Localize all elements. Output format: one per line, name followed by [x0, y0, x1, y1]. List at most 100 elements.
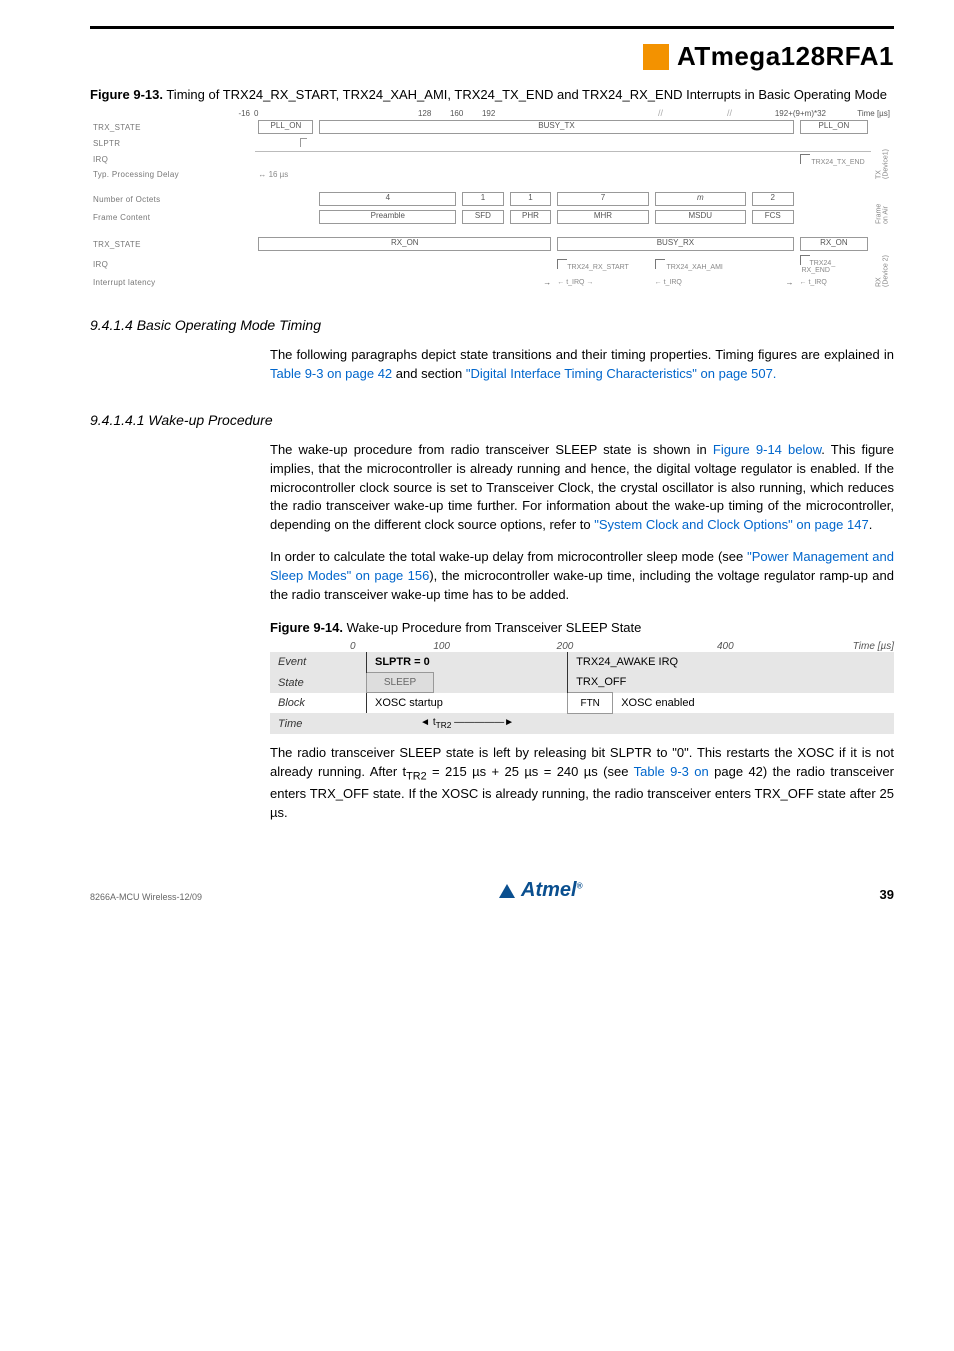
text: and section	[392, 366, 466, 381]
paragraph: The radio transceiver SLEEP state is lef…	[270, 744, 894, 823]
row-label: Block	[270, 693, 367, 714]
footer-docid: 8266A-MCU Wireless-12/09	[90, 892, 202, 902]
tick: 0	[350, 641, 380, 652]
axis-break: //	[727, 108, 732, 118]
row-label: Time	[270, 713, 367, 734]
row-label: Number of Octets	[90, 190, 255, 208]
fig-label: Figure 9-14.	[270, 620, 343, 635]
tick: Time [µs]	[824, 641, 894, 652]
block-label: XOSC enabled	[613, 693, 894, 714]
side-label: (Device 2)	[883, 255, 890, 287]
state-box: TRX_OFF	[568, 672, 894, 693]
fig13-diagram: TRX_STATE PLL_ON BUSY_TX PLL_ON TX(Devic…	[90, 118, 894, 289]
irq-pulse-icon	[800, 154, 810, 164]
row-label: State	[270, 672, 367, 693]
state-box: RX_ON	[800, 237, 869, 251]
tick: -16	[230, 109, 250, 118]
page-number: 39	[880, 887, 894, 902]
atmel-logo: Atmel®	[499, 879, 582, 902]
tick: 192+(9+m)*32	[736, 109, 826, 118]
tick: 400	[627, 641, 824, 652]
state-box: RX_ON	[258, 237, 551, 251]
irq-pulse-icon	[655, 259, 665, 269]
octet-box: 4	[319, 192, 456, 206]
axis-break: //	[658, 108, 663, 118]
brand-square	[643, 44, 669, 70]
octet-box: 7	[557, 192, 648, 206]
device-title: ATmega128RFA1	[677, 41, 894, 72]
frame-box: MSDU	[655, 210, 746, 224]
fig-text: Timing of TRX24_RX_START, TRX24_XAH_AMI,…	[163, 87, 887, 102]
figure-9-13-caption: Figure 9-13. Timing of TRX24_RX_START, T…	[90, 86, 894, 104]
state-box: PLL_ON	[258, 120, 313, 134]
section-9-4-1-4-1: 9.4.1.4.1 Wake-up Procedure	[90, 412, 894, 428]
section-9-4-1-4: 9.4.1.4 Basic Operating Mode Timing	[90, 317, 894, 333]
irq-label: TRX24_TX_END	[811, 159, 864, 166]
irq-pulse-icon	[557, 259, 567, 269]
tick: 160	[450, 109, 478, 118]
tick: Time [µs]	[830, 109, 890, 118]
row-label: Frame Content	[90, 208, 255, 226]
side-label: on Air	[883, 206, 890, 224]
fig-label: Figure 9-13.	[90, 87, 163, 102]
block-label: FTN	[568, 693, 613, 714]
frame-box: PHR	[510, 210, 552, 224]
tick: 100	[380, 641, 503, 652]
row-label: TRX_STATE	[90, 118, 255, 136]
logo-triangle-icon	[499, 884, 515, 898]
irq-label: TRX24	[810, 260, 832, 267]
link-text[interactable]: "System Clock and Clock Options" on page…	[594, 517, 868, 532]
side-label: (Device1)	[883, 149, 890, 179]
tick: 0	[254, 109, 270, 118]
logo-text: Atmel	[521, 879, 577, 901]
block-label: XOSC startup	[367, 693, 568, 714]
event-label: SLPTR = 0	[375, 656, 430, 668]
irq-pulse-icon	[800, 255, 810, 265]
text: The wake-up procedure from radio transce…	[270, 442, 713, 457]
text: In order to calculate the total wake-up …	[270, 549, 747, 564]
row-label: IRQ	[90, 152, 255, 169]
row-label: Event	[270, 652, 367, 673]
irq-label: TRX24_XAH_AMI	[666, 264, 722, 271]
row-label: SLPTR	[90, 136, 255, 152]
text: .	[869, 517, 873, 532]
subscript: TR2	[406, 771, 426, 783]
row-label: Typ. Processing Delay	[90, 168, 255, 181]
frame-box: SFD	[462, 210, 504, 224]
link-text[interactable]: Table 9-3 on	[634, 764, 715, 779]
figure-9-14-caption: Figure 9-14. Wake-up Procedure from Tran…	[270, 619, 894, 637]
text: The following paragraphs depict state tr…	[270, 347, 894, 362]
fig-text: Wake-up Procedure from Transceiver SLEEP…	[343, 620, 641, 635]
row-label: TRX_STATE	[90, 235, 255, 253]
tirq-label: t_IRQ	[566, 279, 584, 286]
octet-box: 1	[462, 192, 504, 206]
frame-box: Preamble	[319, 210, 456, 224]
page-footer: 8266A-MCU Wireless-12/09 Atmel® 39	[90, 879, 894, 902]
fig14-diagram: Event SLPTR = 0 TRX24_AWAKE IRQ State SL…	[270, 652, 894, 735]
state-box: PLL_ON	[800, 120, 869, 134]
fig14-time-axis: 0 100 200 400 Time [µs]	[270, 641, 894, 652]
tirq-label: t_IRQ	[664, 279, 682, 286]
text: = 215 µs + 25 µs = 240 µs (see	[427, 764, 634, 779]
link-text[interactable]: Figure 9-14 below	[713, 442, 821, 457]
section-body: In order to calculate the total wake-up …	[270, 548, 894, 605]
page-header: ATmega128RFA1	[90, 26, 894, 72]
octet-box: 1	[510, 192, 552, 206]
state-box: BUSY_TX	[319, 120, 793, 134]
frame-box: MHR	[557, 210, 648, 224]
link-text[interactable]: "Digital Interface Timing Characteristic…	[466, 366, 777, 381]
fig13-time-axis: -16 0 128 160 192 // // 192+(9+m)*32 Tim…	[90, 108, 894, 118]
tick: 128	[418, 109, 446, 118]
link-text[interactable]: Table 9-3 on page 42	[270, 366, 392, 381]
delay-value: 16 µs	[269, 170, 289, 179]
event-label: TRX24_AWAKE IRQ	[568, 652, 894, 673]
row-label: IRQ	[90, 253, 255, 276]
irq-label: TRX24_RX_START	[567, 264, 629, 271]
state-box: SLEEP	[367, 672, 434, 693]
octet-box: m	[655, 192, 746, 206]
state-box: BUSY_RX	[557, 237, 793, 251]
tirq-label: t_IRQ	[808, 279, 826, 286]
row-label: Interrupt latency	[90, 276, 255, 289]
octet-box: 2	[752, 192, 794, 206]
tick: 192	[482, 109, 510, 118]
